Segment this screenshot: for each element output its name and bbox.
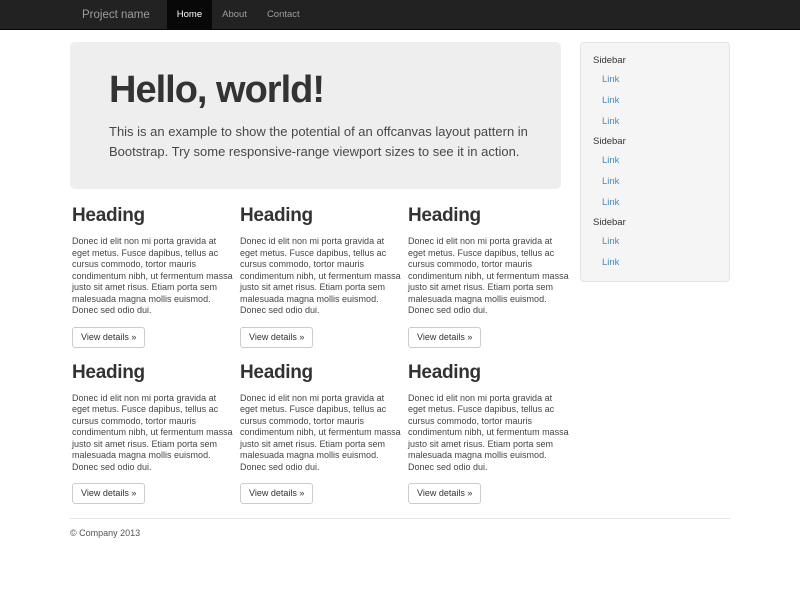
card-heading: Heading [408,205,566,227]
footer-divider [70,518,730,519]
page-footer: © Company 2013 [70,528,730,538]
navbar-brand[interactable]: Project name [70,0,162,30]
main-column: Hello, world! This is an example to show… [70,42,561,504]
sidebar-link[interactable]: Link [581,252,729,273]
card-text: Donec id elit non mi porta gravida at eg… [408,236,570,317]
view-details-button[interactable]: View details » [240,483,313,504]
jumbotron-lead: This is an example to show the potential… [109,122,536,162]
cards-row-2: Heading Donec id elit non mi porta gravi… [70,362,561,505]
card-heading: Heading [240,362,398,384]
card-heading: Heading [72,362,230,384]
card: Heading Donec id elit non mi porta gravi… [406,205,574,348]
view-details-button[interactable]: View details » [240,327,313,348]
card-text: Donec id elit non mi porta gravida at eg… [72,393,234,474]
card-text: Donec id elit non mi porta gravida at eg… [408,393,570,474]
view-details-button[interactable]: View details » [408,483,481,504]
card-text: Donec id elit non mi porta gravida at eg… [72,236,234,317]
cards-row-1: Heading Donec id elit non mi porta gravi… [70,205,561,348]
nav-link-contact[interactable]: Contact [257,0,310,30]
top-navbar: Project name Home About Contact [0,0,800,30]
card: Heading Donec id elit non mi porta gravi… [406,362,574,505]
sidebar-link[interactable]: Link [581,111,729,132]
sidebar-link[interactable]: Link [581,90,729,111]
card: Heading Donec id elit non mi porta gravi… [238,362,406,505]
sidebar-column: Sidebar Link Link Link Sidebar Link Link… [580,42,730,504]
copyright-text: © Company 2013 [70,528,730,538]
page-container: Hello, world! This is an example to show… [70,42,730,538]
sidebar-group-header: Sidebar [581,132,729,150]
content-row: Hello, world! This is an example to show… [70,42,730,504]
sidebar-link[interactable]: Link [581,69,729,90]
card-text: Donec id elit non mi porta gravida at eg… [240,393,402,474]
sidebar-link[interactable]: Link [581,150,729,171]
card: Heading Donec id elit non mi porta gravi… [238,205,406,348]
card-text: Donec id elit non mi porta gravida at eg… [240,236,402,317]
sidebar-group-header: Sidebar [581,51,729,69]
nav-item-home[interactable]: Home [167,0,212,30]
card-heading: Heading [72,205,230,227]
sidebar-link[interactable]: Link [581,231,729,252]
navbar-menu: Home About Contact [167,0,310,30]
card-heading: Heading [408,362,566,384]
nav-link-about[interactable]: About [212,0,257,30]
card: Heading Donec id elit non mi porta gravi… [70,205,238,348]
sidebar-group-header: Sidebar [581,213,729,231]
sidebar-well: Sidebar Link Link Link Sidebar Link Link… [580,42,730,282]
view-details-button[interactable]: View details » [408,327,481,348]
card: Heading Donec id elit non mi porta gravi… [70,362,238,505]
jumbotron: Hello, world! This is an example to show… [70,42,561,189]
card-heading: Heading [240,205,398,227]
nav-link-home[interactable]: Home [167,0,212,30]
view-details-button[interactable]: View details » [72,483,145,504]
view-details-button[interactable]: View details » [72,327,145,348]
sidebar-link[interactable]: Link [581,171,729,192]
nav-item-about[interactable]: About [212,0,257,30]
nav-item-contact[interactable]: Contact [257,0,310,30]
sidebar-link[interactable]: Link [581,192,729,213]
navbar-container: Project name Home About Contact [70,0,730,30]
page-title: Hello, world! [109,68,536,112]
